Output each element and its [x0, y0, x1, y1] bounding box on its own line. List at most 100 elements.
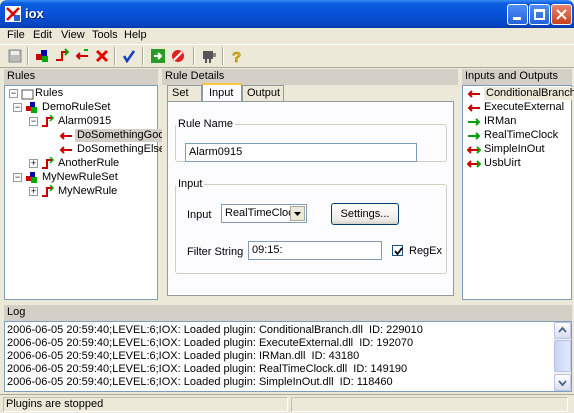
- toolbar-separator: [193, 47, 195, 65]
- ruleset-icon: [26, 172, 37, 183]
- action-icon: [59, 132, 72, 140]
- log-header: Log: [4, 305, 572, 321]
- menu-tools[interactable]: Tools: [92, 29, 118, 41]
- scroll-up-button[interactable]: [554, 322, 571, 339]
- maximize-button[interactable]: [529, 4, 550, 25]
- log-line: 2006-06-05 20:59:40;LEVEL:6;IOX: Loaded …: [7, 363, 408, 375]
- menu-bar: [0, 28, 574, 44]
- input-select[interactable]: RealTimeClock: [221, 204, 307, 223]
- io-item-label: SimpleInOut: [484, 143, 545, 155]
- dropdown-button[interactable]: [290, 206, 305, 221]
- scroll-down-button[interactable]: [554, 374, 571, 391]
- delete-icon: [95, 49, 109, 63]
- input-select-value: RealTimeClock: [225, 207, 300, 219]
- save-button[interactable]: [6, 47, 24, 65]
- menu-view[interactable]: View: [61, 29, 85, 41]
- io-item-label: ConditionalBranch: [484, 87, 574, 100]
- help-icon: ?: [232, 49, 242, 64]
- rule-name-input[interactable]: Alarm0915: [185, 143, 417, 162]
- tab-set[interactable]: Set: [167, 85, 202, 101]
- input-arrow-icon: [468, 132, 481, 140]
- output-arrow-icon: [467, 90, 480, 98]
- add-rule-button[interactable]: [53, 47, 71, 65]
- add-ruleset-button[interactable]: [33, 47, 51, 65]
- rules-header: Rules: [4, 69, 158, 85]
- delete-button[interactable]: [93, 47, 111, 65]
- menu-edit[interactable]: Edit: [33, 29, 52, 41]
- arrow-down-icon: [558, 380, 567, 387]
- tree-label: MyNewRule: [58, 185, 118, 197]
- log-panel[interactable]: 2006-06-05 20:59:40;LEVEL:6;IOX: Loaded …: [4, 321, 572, 392]
- add-action-icon: [75, 49, 88, 60]
- filter-label: Filter String: [187, 246, 244, 258]
- add-rule-icon: [56, 48, 70, 61]
- check-button[interactable]: [120, 47, 138, 65]
- details-pane: Set Input Output Rule Name Alarm0915 Inp…: [162, 83, 458, 300]
- add-ruleset-icon: [36, 50, 48, 62]
- help-button[interactable]: ?: [228, 47, 246, 65]
- app-icon: [5, 6, 21, 22]
- filter-input[interactable]: 09:15:: [248, 241, 382, 260]
- stop-button[interactable]: [169, 47, 187, 65]
- io-item-label: RealTimeClock: [484, 129, 559, 141]
- io-item-label: IRMan: [484, 115, 517, 127]
- chevron-down-icon: [294, 212, 301, 216]
- log-line: 2006-06-05 20:59:40;LEVEL:6;IOX: Loaded …: [7, 337, 414, 349]
- ruleset-icon: [26, 102, 37, 113]
- rule-icon: [42, 115, 55, 127]
- status-text: Plugins are stopped: [3, 397, 288, 412]
- io-list[interactable]: ConditionalBranch ExecuteExternal IRMan Rea…: [462, 85, 574, 300]
- run-button[interactable]: [149, 47, 167, 65]
- window-title: iox: [25, 6, 44, 21]
- tab-panel: Rule Name Alarm0915 Input Input RealTime…: [167, 101, 454, 296]
- folder-icon: [21, 89, 34, 100]
- collapse-icon[interactable]: −: [13, 173, 22, 182]
- io-header: Inputs and Outputs: [462, 69, 572, 85]
- rules-tree[interactable]: − Rules − DemoRuleSet − Alarm0915 DoSome…: [4, 85, 173, 300]
- tree-label: MyNewRuleSet: [42, 171, 118, 183]
- title-bar[interactable]: [0, 0, 574, 28]
- collapse-icon[interactable]: −: [29, 117, 38, 126]
- close-icon: [556, 9, 567, 20]
- expand-icon[interactable]: +: [29, 187, 38, 196]
- save-icon: [8, 49, 22, 63]
- check-icon: [122, 50, 136, 63]
- tree-label: Rules: [35, 87, 64, 99]
- input-label: Input: [187, 209, 212, 221]
- add-action-button[interactable]: [73, 47, 91, 65]
- tab-input[interactable]: Input: [202, 83, 242, 102]
- status-panel: [291, 397, 568, 412]
- rule-name-label: Rule Name: [178, 118, 234, 130]
- io-item-label: UsbUirt: [484, 157, 521, 169]
- tree-label: AnotherRule: [58, 157, 120, 169]
- input-group-label: Input: [178, 178, 203, 190]
- io-item-label: ExecuteExternal: [484, 101, 565, 113]
- toolbar-separator: [222, 47, 224, 65]
- plugin-button[interactable]: [200, 47, 218, 65]
- log-line: 2006-06-05 20:59:40;LEVEL:6;IOX: Loaded …: [7, 324, 423, 336]
- expand-icon[interactable]: +: [29, 159, 38, 168]
- minimize-button[interactable]: [507, 4, 528, 25]
- scroll-thumb[interactable]: [554, 340, 571, 372]
- input-arrow-icon: [468, 118, 481, 126]
- tree-label: DemoRuleSet: [42, 101, 111, 113]
- regex-checkbox[interactable]: [392, 245, 403, 256]
- arrow-up-icon: [558, 326, 567, 333]
- close-button[interactable]: [551, 4, 572, 25]
- run-icon: [151, 49, 165, 63]
- settings-button[interactable]: Settings...: [331, 203, 399, 225]
- toolbar-separator: [114, 47, 116, 65]
- plugin-icon: [203, 51, 216, 63]
- collapse-icon[interactable]: −: [13, 103, 22, 112]
- tab-output[interactable]: Output: [242, 85, 284, 101]
- menu-file[interactable]: File: [7, 29, 25, 41]
- menu-help[interactable]: Help: [124, 29, 147, 41]
- collapse-icon[interactable]: −: [9, 89, 18, 98]
- maximize-icon: [534, 9, 545, 20]
- output-arrow-icon: [467, 104, 480, 112]
- log-scrollbar[interactable]: [554, 322, 571, 391]
- log-line: 2006-06-05 20:59:40;LEVEL:6;IOX: Loaded …: [7, 350, 360, 362]
- log-line: 2006-06-05 20:59:40;LEVEL:6;IOX: Loaded …: [7, 376, 393, 388]
- status-bar: Plugins are stopped: [0, 394, 574, 413]
- svg-text:?: ?: [232, 49, 241, 64]
